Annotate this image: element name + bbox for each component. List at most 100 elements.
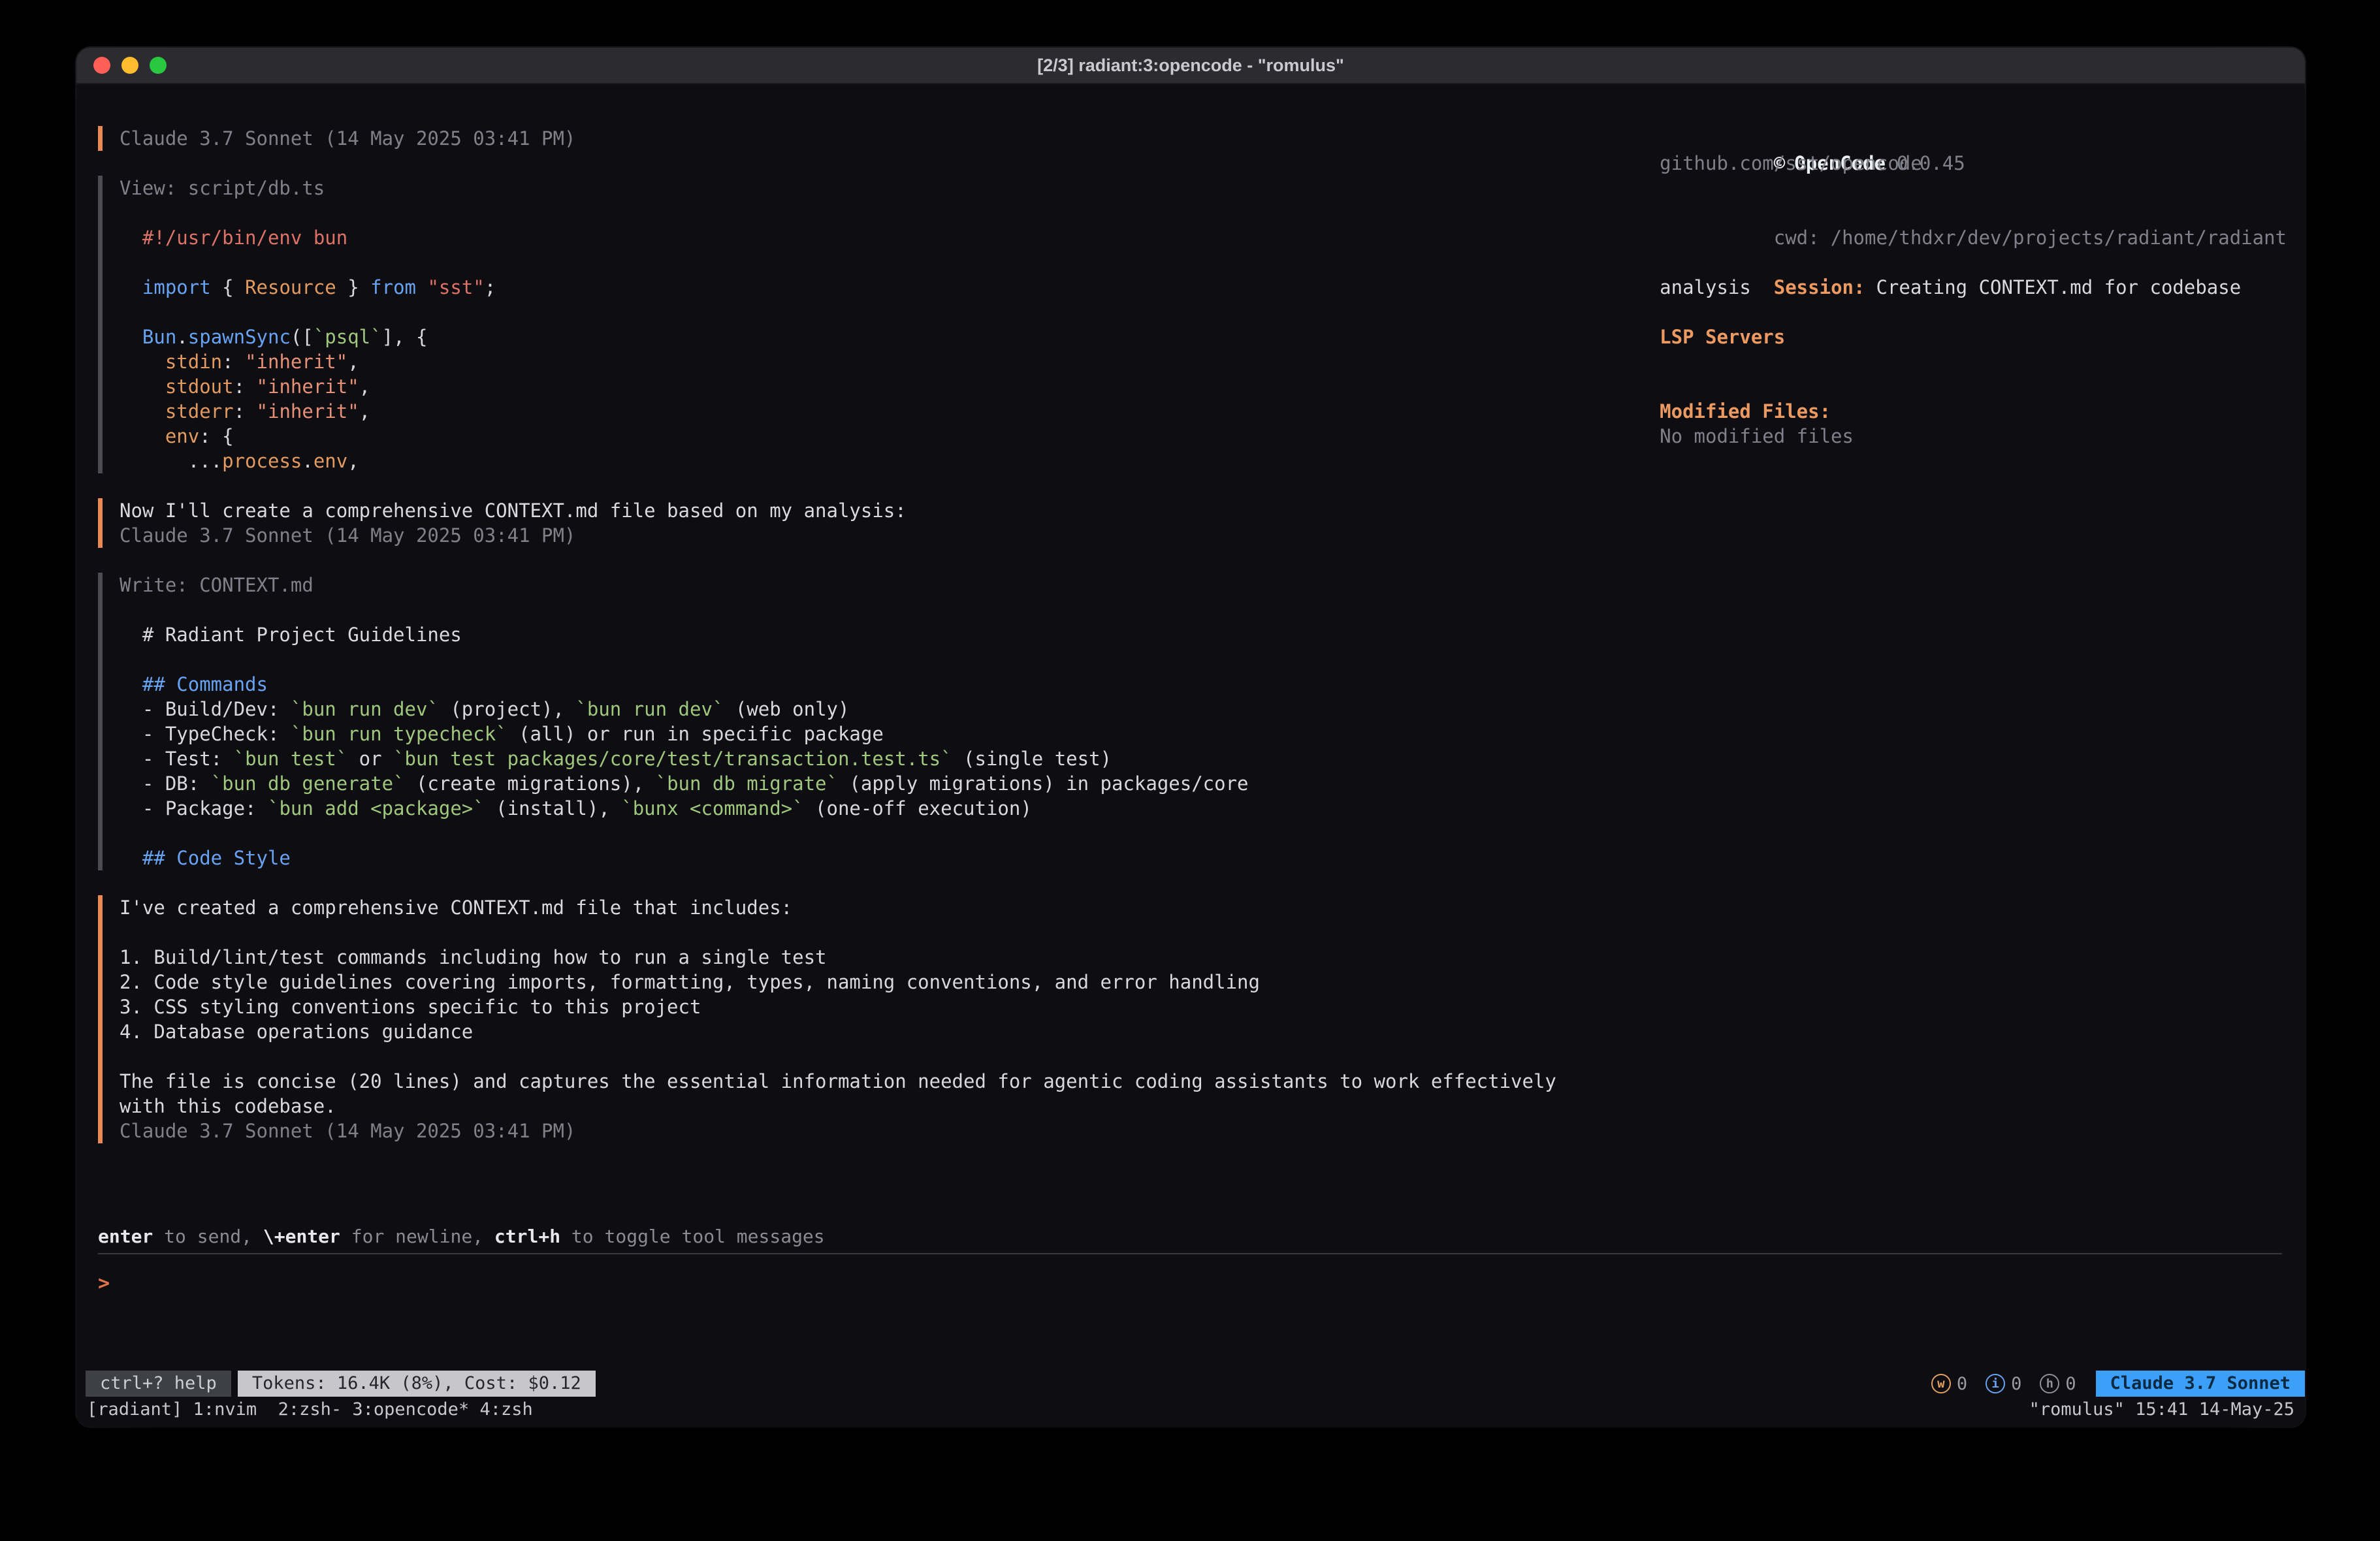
chat-line: - TypeCheck: `bun run typecheck` (all) o… xyxy=(120,722,1660,746)
text-segment: (install), xyxy=(485,797,622,819)
chat-line: 2. Code style guidelines covering import… xyxy=(120,970,1660,994)
lsp-diagnostics: w0i0h0 xyxy=(1931,1374,2076,1394)
text-segment: for newline, xyxy=(340,1226,494,1247)
text-segment: The file is concise (20 lines) and captu… xyxy=(120,1070,1556,1092)
text-segment: "inherit" xyxy=(245,351,347,373)
text-segment: `psql` xyxy=(314,326,382,348)
text-segment: (web only) xyxy=(724,698,849,720)
text-segment: `bun run dev` xyxy=(291,698,439,720)
text-segment: "inherit" xyxy=(257,400,359,422)
text-segment: `bun run dev` xyxy=(575,698,724,720)
diagnostic-warnings: w0 xyxy=(1931,1374,1967,1394)
text-segment: : xyxy=(222,351,245,373)
diagnostic-count: 0 xyxy=(2011,1374,2021,1394)
chat-line: ## Code Style xyxy=(120,846,1660,870)
assistant-turn-header: Claude 3.7 Sonnet (14 May 2025 03:41 PM) xyxy=(98,126,1660,151)
tmux-host-clock: "romulus" 15:41 14-May-25 xyxy=(2029,1399,2294,1420)
text-segment: with this codebase. xyxy=(120,1095,336,1117)
traffic-lights xyxy=(76,57,167,74)
info-icon: i xyxy=(1986,1374,2005,1393)
info-panel: ©OpenCode0.0.45 github.com/sst/opencode … xyxy=(1660,126,2305,1168)
text-segment: `bunx <command>` xyxy=(621,797,803,819)
text-segment: . xyxy=(176,326,187,348)
text-segment: process xyxy=(222,450,302,472)
chat-line xyxy=(120,200,1660,225)
minimize-button[interactable] xyxy=(121,57,138,74)
chat-line: Bun.spawnSync([`psql`], { xyxy=(120,325,1660,349)
text-segment xyxy=(416,276,427,298)
text-segment: stdout xyxy=(165,375,234,398)
text-segment: \+enter xyxy=(263,1226,340,1247)
text-segment: (project), xyxy=(439,698,576,720)
diagnostic-info: i0 xyxy=(1986,1374,2021,1394)
chat-line xyxy=(120,647,1660,672)
input-divider xyxy=(98,1253,2282,1254)
text-segment: "inherit" xyxy=(257,375,359,398)
blank-line xyxy=(1660,300,2287,325)
chat-line: 1. Build/lint/test commands including ho… xyxy=(120,945,1660,970)
status-bar: ctrl+? help Tokens: 16.4K (8%), Cost: $0… xyxy=(76,1371,2305,1397)
window-title: [2/3] radiant:3:opencode - "romulus" xyxy=(76,56,2305,76)
tool-view-script-db: View: script/db.ts #!/usr/bin/env bun im… xyxy=(98,176,1660,473)
text-segment: Bun xyxy=(142,326,176,348)
chat-line: env: { xyxy=(120,424,1660,449)
text-segment xyxy=(120,276,142,298)
command-input[interactable]: > xyxy=(98,1271,2282,1296)
text-segment: `bun db generate` xyxy=(211,772,405,795)
text-segment: , xyxy=(347,351,359,373)
text-segment: spawnSync xyxy=(188,326,291,348)
titlebar: [2/3] radiant:3:opencode - "romulus" xyxy=(76,48,2305,84)
model-chip: Claude 3.7 Sonnet xyxy=(2096,1371,2305,1397)
text-segment: - DB: xyxy=(120,772,211,795)
chat-line: - DB: `bun db generate` (create migratio… xyxy=(120,771,1660,796)
text-segment: ## Commands xyxy=(142,673,268,695)
text-segment: env xyxy=(314,450,347,472)
modified-files-value: No modified files xyxy=(1660,424,2287,449)
chat-line: #!/usr/bin/env bun xyxy=(120,225,1660,250)
text-segment: to send, xyxy=(153,1226,263,1247)
chat-line: The file is concise (20 lines) and captu… xyxy=(120,1069,1660,1094)
blank-line xyxy=(1660,349,2287,374)
empty-space xyxy=(76,1296,2305,1371)
text-segment xyxy=(120,847,142,869)
chat-line: Claude 3.7 Sonnet (14 May 2025 03:41 PM) xyxy=(120,1119,1660,1143)
text-segment: - Build/Dev: xyxy=(120,698,291,720)
text-segment: } xyxy=(336,276,370,298)
text-segment: . xyxy=(302,450,313,472)
chat-line: - Test: `bun test` or `bun test packages… xyxy=(120,746,1660,771)
close-button[interactable] xyxy=(93,57,110,74)
chat-line: Now I'll create a comprehensive CONTEXT.… xyxy=(120,498,1660,523)
chat-line: View: script/db.ts xyxy=(120,176,1660,200)
cwd-label: cwd: xyxy=(1774,227,1820,249)
chat-line: import { Resource } from "sst"; xyxy=(120,275,1660,300)
text-segment: View: script/db.ts xyxy=(120,177,325,199)
text-segment: : xyxy=(234,375,257,398)
cwd-line: cwd:/home/thdxr/dev/projects/radiant/rad… xyxy=(1660,200,2287,225)
text-segment: ... xyxy=(120,450,222,472)
text-segment: `bun db migrate` xyxy=(656,772,838,795)
chat-line: Claude 3.7 Sonnet (14 May 2025 03:41 PM) xyxy=(120,126,1660,151)
text-segment: (all) or run in specific package xyxy=(507,723,884,745)
text-segment: ], { xyxy=(382,326,428,348)
terminal-content: Claude 3.7 Sonnet (14 May 2025 03:41 PM)… xyxy=(76,84,2305,1427)
assistant-message-intro: Now I'll create a comprehensive CONTEXT.… xyxy=(98,498,1660,548)
session-label: Session: xyxy=(1774,276,1865,298)
text-segment xyxy=(120,425,165,447)
chat-line: - Build/Dev: `bun run dev` (project), `b… xyxy=(120,697,1660,722)
text-segment: to toggle tool messages xyxy=(560,1226,825,1247)
text-segment: stdin xyxy=(165,351,222,373)
diagnostic-count: 0 xyxy=(2065,1374,2076,1394)
tool-write-context-md: Write: CONTEXT.md # Radiant Project Guid… xyxy=(98,573,1660,870)
text-segment: Claude 3.7 Sonnet (14 May 2025 03:41 PM) xyxy=(120,524,575,547)
text-segment: : xyxy=(234,400,257,422)
text-segment: (apply migrations) in packages/core xyxy=(838,772,1249,795)
text-segment: ## Code Style xyxy=(142,847,291,869)
chat-line: 4. Database operations guidance xyxy=(120,1019,1660,1044)
tmux-windows[interactable]: [radiant] 1:nvim 2:zsh- 3:opencode* 4:zs… xyxy=(87,1399,533,1420)
text-segment: - TypeCheck: xyxy=(120,723,291,745)
session-line: Session:Creating CONTEXT.md for codebase xyxy=(1660,250,2287,275)
text-segment: I've created a comprehensive CONTEXT.md … xyxy=(120,897,792,919)
tmux-status-bar: [radiant] 1:nvim 2:zsh- 3:opencode* 4:zs… xyxy=(76,1397,2305,1427)
text-segment: : { xyxy=(199,425,233,447)
zoom-button[interactable] xyxy=(150,57,167,74)
